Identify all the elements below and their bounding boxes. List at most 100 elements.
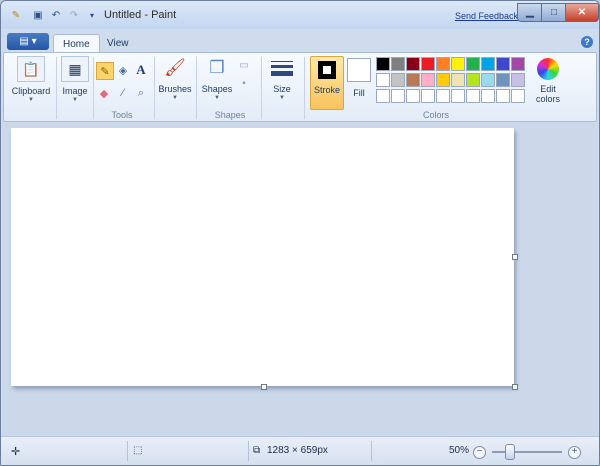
- color-swatch[interactable]: [496, 57, 510, 71]
- paint-app-icon[interactable]: ✎: [9, 8, 23, 22]
- color-swatch[interactable]: [496, 89, 510, 103]
- color-swatch[interactable]: [451, 89, 465, 103]
- resize-handle-corner[interactable]: [512, 384, 518, 390]
- zoom-level-text: 50%: [449, 445, 470, 456]
- stroke-color-button[interactable]: Stroke: [310, 56, 344, 110]
- color-swatch[interactable]: [496, 73, 510, 87]
- color-swatch[interactable]: [436, 57, 450, 71]
- color-swatch[interactable]: [376, 57, 390, 71]
- clipboard-label: Clipboard: [11, 86, 51, 96]
- image-label: Image: [62, 86, 88, 96]
- help-icon[interactable]: ?: [581, 36, 593, 48]
- color-swatch[interactable]: [466, 73, 480, 87]
- fill-color-button[interactable]: Fill: [345, 56, 373, 108]
- shapes-button[interactable]: ❒ Shapes ▼: [199, 56, 235, 101]
- color-swatch[interactable]: [481, 89, 495, 103]
- resize-handle-right[interactable]: [512, 254, 518, 260]
- colors-group-label: Colors: [422, 110, 449, 120]
- color-swatch[interactable]: [406, 73, 420, 87]
- resize-handle-bottom[interactable]: [261, 384, 267, 390]
- shape-fill-dropdown-icon[interactable]: ▪: [236, 75, 252, 91]
- ribbon-tab-row: ▤ ▾ Home View ?: [1, 31, 599, 54]
- brushes-button[interactable]: 🖌 Brushes ▼: [157, 56, 193, 101]
- color-swatch[interactable]: [391, 89, 405, 103]
- line-size-icon: [269, 56, 295, 80]
- color-swatch[interactable]: [391, 73, 405, 87]
- image-button[interactable]: ▦ Image ▼: [58, 56, 92, 103]
- color-swatch[interactable]: [481, 73, 495, 87]
- color-picker-icon[interactable]: ⁄: [115, 85, 131, 101]
- status-separator: [248, 441, 249, 461]
- color-swatch[interactable]: [511, 57, 525, 71]
- fill-label: Fill: [353, 88, 365, 98]
- chevron-down-icon: ▼: [279, 95, 285, 101]
- close-icon: ✕: [577, 7, 587, 18]
- eraser-icon[interactable]: ◆: [96, 85, 112, 101]
- paint-window: ✎ ▣ ↶ ↷ ▾ Untitled - Paint Send Feedback…: [0, 0, 600, 466]
- color-swatch[interactable]: [436, 89, 450, 103]
- cursor-position-icon: ✛: [11, 446, 21, 458]
- color-swatch[interactable]: [466, 57, 480, 71]
- shapes-icon: ❒: [209, 58, 225, 77]
- tab-home[interactable]: Home: [53, 34, 100, 54]
- customize-dropdown-icon[interactable]: ▾: [85, 8, 99, 22]
- pencil-icon[interactable]: ✎: [96, 62, 114, 80]
- shapes-group-label: Shapes: [214, 110, 246, 120]
- tools-group-label: Tools: [111, 110, 133, 120]
- color-swatch[interactable]: [481, 57, 495, 71]
- chevron-down-icon: ▼: [172, 95, 178, 101]
- color-swatch[interactable]: [511, 89, 525, 103]
- tab-view[interactable]: View: [98, 34, 138, 53]
- color-swatch[interactable]: [406, 89, 420, 103]
- ribbon-separator: [56, 57, 57, 119]
- zoom-slider-track[interactable]: [492, 451, 562, 453]
- ribbon-separator: [154, 57, 155, 119]
- color-swatch[interactable]: [511, 73, 525, 87]
- save-icon[interactable]: ▣: [31, 8, 45, 22]
- outline-dropdown-icon[interactable]: ▭: [236, 57, 252, 73]
- close-button[interactable]: ✕: [565, 3, 599, 22]
- color-swatch[interactable]: [466, 89, 480, 103]
- ribbon-separator: [261, 57, 262, 119]
- ribbon: 📋 Clipboard ▼ ▦ Image ▼ ✎ ◈ A ◆ ⁄ ⌕ Tool…: [3, 52, 597, 122]
- clipboard-button[interactable]: 📋 Clipboard ▼: [10, 56, 52, 103]
- magnifier-icon[interactable]: ⌕: [133, 85, 149, 101]
- status-separator: [371, 441, 372, 461]
- size-button[interactable]: Size ▼: [266, 56, 298, 101]
- edit-colors-label: Edit colors: [535, 84, 560, 104]
- color-swatch[interactable]: [436, 73, 450, 87]
- image-icon: ▦: [61, 56, 89, 82]
- color-swatch[interactable]: [391, 57, 405, 71]
- zoom-out-button[interactable]: −: [473, 446, 486, 459]
- zoom-in-button[interactable]: +: [568, 446, 581, 459]
- color-swatch[interactable]: [376, 89, 390, 103]
- color-swatch[interactable]: [376, 73, 390, 87]
- ribbon-separator: [93, 57, 94, 119]
- color-swatch[interactable]: [451, 73, 465, 87]
- color-swatch[interactable]: [406, 57, 420, 71]
- send-feedback-link[interactable]: Send Feedback: [455, 11, 518, 21]
- undo-icon[interactable]: ↶: [49, 8, 63, 22]
- status-separator: [127, 441, 128, 461]
- color-swatch[interactable]: [421, 89, 435, 103]
- chevron-down-icon: ▼: [28, 97, 34, 103]
- text-icon[interactable]: A: [133, 62, 149, 78]
- edit-colors-button[interactable]: Edit colors: [534, 58, 562, 104]
- color-swatch[interactable]: [451, 57, 465, 71]
- color-swatch[interactable]: [421, 73, 435, 87]
- minimize-button[interactable]: ▁: [517, 3, 543, 22]
- drawing-canvas[interactable]: [11, 128, 514, 386]
- chevron-down-icon: ▼: [72, 97, 78, 103]
- maximize-button[interactable]: □: [541, 3, 567, 22]
- color-swatch[interactable]: [421, 57, 435, 71]
- size-label: Size: [273, 84, 291, 94]
- fill-bucket-icon[interactable]: ◈: [115, 62, 131, 78]
- paint-menu-button[interactable]: ▤ ▾: [7, 33, 49, 50]
- zoom-slider-thumb[interactable]: [505, 444, 515, 460]
- window-title: Untitled - Paint: [104, 9, 177, 21]
- redo-icon[interactable]: ↷: [67, 8, 81, 22]
- canvas-workspace: [3, 123, 597, 435]
- maximize-icon: □: [550, 7, 558, 18]
- fill-color-swatch: [347, 58, 371, 82]
- image-size-value: 1283 × 659px: [267, 445, 328, 456]
